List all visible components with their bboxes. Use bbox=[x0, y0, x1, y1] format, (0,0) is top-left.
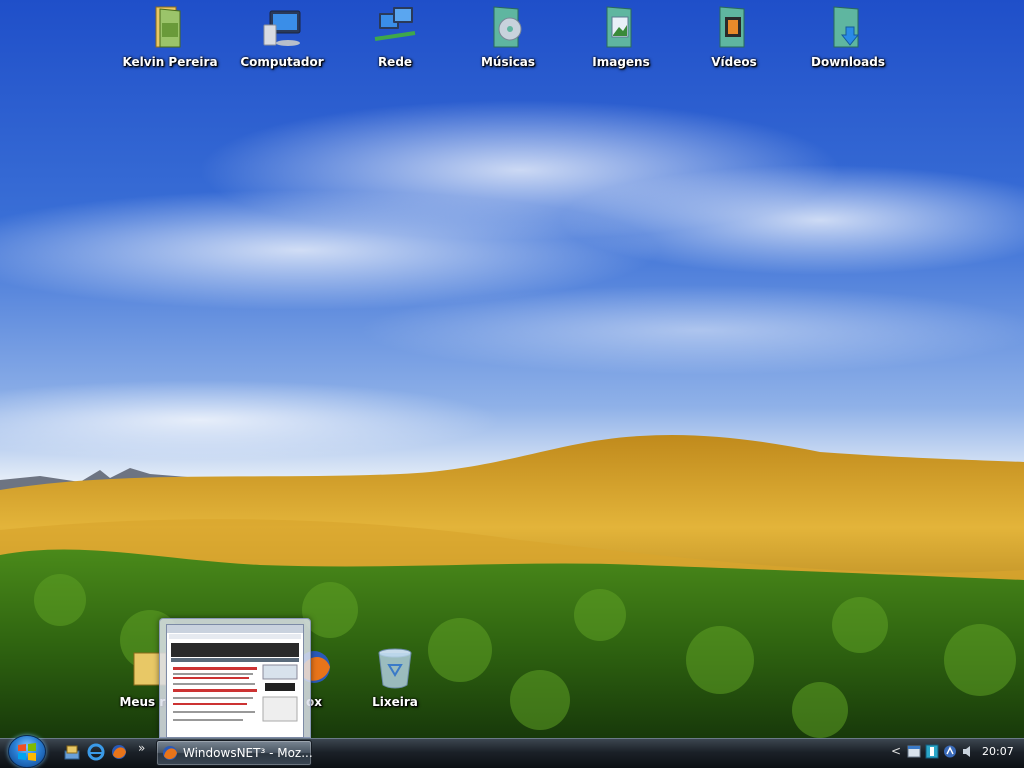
taskbar-button-title: WindowsNET³ - Moz... bbox=[183, 746, 313, 760]
firefox-quicklaunch-icon[interactable] bbox=[110, 743, 128, 761]
desktop-icon-label: Downloads bbox=[810, 55, 886, 69]
desktop-icon-label: Kelvin Pereira bbox=[122, 55, 218, 69]
desktop-icon-recycle-bin[interactable]: Lixeira bbox=[347, 643, 443, 709]
desktop-icon-label: Rede bbox=[377, 55, 413, 69]
clock[interactable]: 20:07 bbox=[982, 745, 1014, 758]
music-folder-icon bbox=[493, 6, 522, 48]
desktop-icon-videos[interactable]: Vídeos bbox=[686, 3, 782, 69]
show-desktop-icon[interactable] bbox=[63, 743, 81, 761]
desktop-icon-label: Vídeos bbox=[711, 55, 757, 69]
desktop-icon-label: Músicas bbox=[480, 55, 536, 69]
videos-folder-icon bbox=[719, 6, 745, 48]
desktop-icon-label: Computador bbox=[240, 55, 324, 69]
desktop-icon-user-folder[interactable]: Kelvin Pereira bbox=[122, 3, 218, 69]
downloads-folder-icon bbox=[833, 6, 860, 48]
taskbar-button-firefox[interactable]: WindowsNET³ - Moz... bbox=[156, 740, 313, 766]
tray-network-icon[interactable] bbox=[943, 744, 957, 759]
window-thumbnail-image bbox=[166, 624, 304, 738]
tray-expand-button[interactable]: < bbox=[891, 744, 901, 758]
windows-logo-icon bbox=[18, 743, 36, 761]
desktop-icon-computer[interactable]: Computador bbox=[234, 3, 330, 69]
desktop-wallpaper bbox=[0, 0, 1024, 740]
window-thumbnail-preview[interactable] bbox=[159, 618, 311, 738]
start-button[interactable] bbox=[8, 735, 46, 768]
pictures-folder-icon bbox=[606, 6, 632, 48]
user-folder-icon bbox=[155, 6, 181, 48]
desktop-icon-network[interactable]: Rede bbox=[347, 3, 443, 69]
desktop-icon-label: Lixeira bbox=[372, 695, 418, 709]
internet-explorer-icon[interactable] bbox=[87, 743, 105, 761]
desktop-icon-music[interactable]: Músicas bbox=[460, 3, 556, 69]
network-icon bbox=[374, 7, 416, 41]
desktop-icon-downloads[interactable]: Downloads bbox=[800, 3, 896, 69]
recycle-bin-icon bbox=[378, 648, 412, 689]
quicklaunch-more-button[interactable]: » bbox=[138, 741, 145, 755]
computer-icon bbox=[263, 10, 301, 46]
firefox-icon bbox=[163, 746, 177, 760]
desktop-icon-pictures[interactable]: Imagens bbox=[573, 3, 669, 69]
tray-volume-icon[interactable] bbox=[961, 744, 975, 759]
tray-app-icon[interactable] bbox=[925, 744, 939, 759]
taskbar bbox=[0, 738, 1024, 768]
tray-window-icon[interactable] bbox=[907, 744, 921, 759]
desktop-icon-label: Imagens bbox=[592, 55, 650, 69]
